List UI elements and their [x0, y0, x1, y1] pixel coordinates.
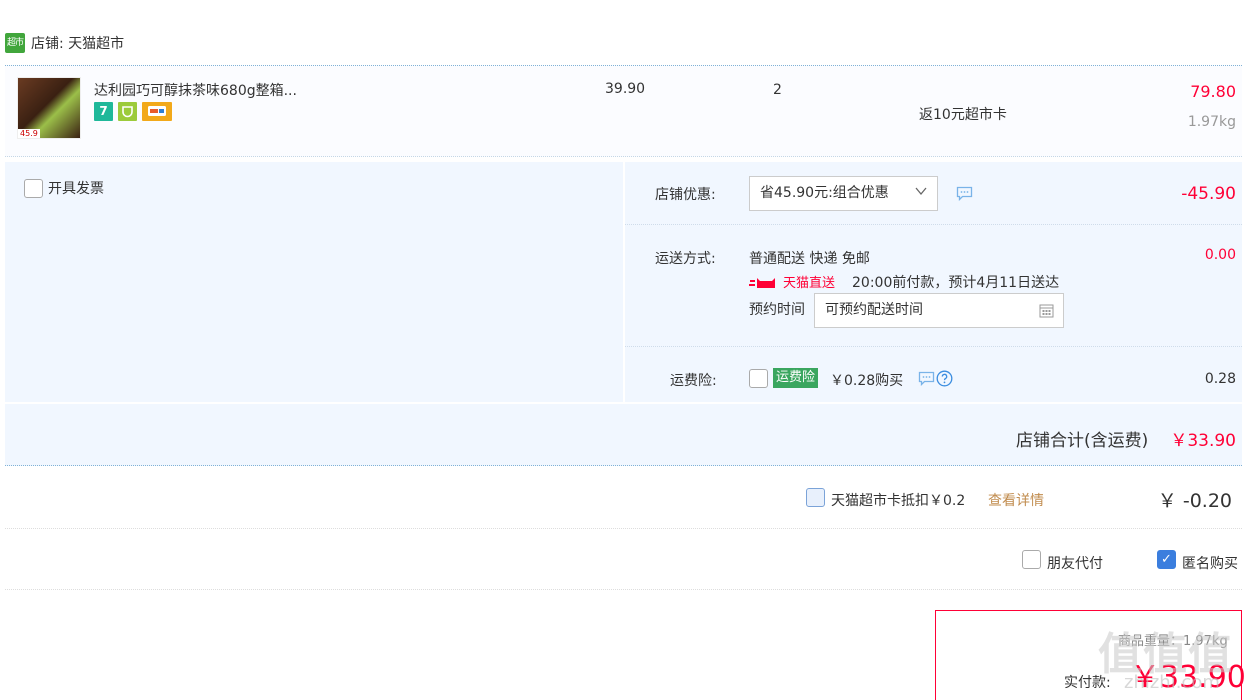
shop-header: 超市 店铺: 天猫超市 [5, 31, 124, 55]
supermarket-card-checkbox[interactable] [806, 488, 825, 507]
shop-discount-select[interactable]: 省45.90元:组合优惠 [749, 176, 938, 211]
shop-total-value: ￥33.90 [1170, 431, 1236, 451]
seven-day-return-icon[interactable]: 7 [94, 102, 113, 121]
calendar-icon[interactable] [1039, 303, 1054, 318]
item-weight: 1.97kg [1187, 114, 1236, 130]
tmall-direct-tag: 天猫直送 [749, 272, 835, 291]
product-thumbnail[interactable]: 45.9 [17, 77, 81, 139]
shipping-fee: 0.00 [1204, 247, 1236, 263]
divider [625, 346, 1242, 347]
item-subtotal: 79.80 [1190, 82, 1236, 101]
invoice-option[interactable]: 开具发票 [24, 178, 104, 198]
supermarket-card-text: 天猫超市卡抵扣￥0.2 [831, 493, 966, 509]
shipping-eta: 20:00前付款，预计4月11日送达 [852, 275, 1060, 291]
tmall-cat-icon [749, 277, 775, 288]
invoice-label: 开具发票 [48, 181, 104, 197]
shop-name[interactable]: 店铺: 天猫超市 [31, 33, 124, 53]
comment-icon[interactable] [918, 371, 935, 386]
insurance-price: ￥0.28购买 [830, 373, 904, 389]
watermark-url: zhizhi.com [1124, 672, 1220, 693]
anonymous-purchase-checkbox[interactable]: ✓ [1157, 550, 1176, 569]
shop-discount-value: -45.90 [1181, 184, 1236, 204]
product-title[interactable]: 达利园巧可醇抹茶味680g整箱... [94, 80, 297, 100]
unit-price: 39.90 [605, 81, 646, 97]
insurance-help-icons [918, 370, 953, 387]
shop-discount-selected: 省45.90元:组合优惠 [760, 185, 889, 201]
invoice-panel [5, 162, 623, 402]
order-item-row [5, 65, 1242, 157]
service-badges: 7 [94, 102, 172, 121]
supermarket-card-row [5, 468, 1242, 529]
rebate-text: 返10元超市卡 [919, 107, 1007, 123]
supermarket-card-value: ￥ -0.20 [1157, 490, 1232, 512]
appointment-time-input[interactable]: 可预约配送时间 [814, 293, 1064, 328]
help-question-icon[interactable] [936, 370, 953, 387]
divider [625, 224, 1242, 225]
shop-discount-label: 店铺优惠: [655, 187, 716, 203]
comment-icon[interactable] [956, 186, 973, 201]
supermarket-card-icon[interactable] [142, 102, 172, 121]
tmall-supermarket-logo-icon: 超市 [5, 33, 25, 53]
insurance-checkbox[interactable] [749, 369, 768, 388]
invoice-checkbox[interactable] [24, 178, 43, 198]
shop-total-label: 店铺合计(含运费) [1016, 431, 1149, 451]
anonymous-purchase-label: 匿名购买 [1182, 556, 1238, 572]
insurance-fee: 0.28 [1204, 371, 1236, 387]
appointment-placeholder: 可预约配送时间 [825, 302, 923, 318]
insurance-tag: 运费险 [773, 368, 819, 388]
insurance-label: 运费险: [670, 373, 717, 389]
tmall-direct-label: 天猫直送 [783, 276, 836, 291]
shipping-method: 普通配送 快递 免邮 [749, 251, 870, 267]
shipping-label: 运送方式: [655, 251, 716, 267]
appointment-label: 预约时间 [749, 302, 805, 318]
view-details-link[interactable]: 查看详情 [988, 490, 1044, 510]
chevron-down-icon [915, 187, 927, 196]
friend-pay-label: 朋友代付 [1047, 556, 1103, 572]
friend-pay-checkbox[interactable] [1022, 550, 1041, 569]
official-store-icon[interactable] [118, 102, 137, 121]
thumbnail-price-tag: 45.9 [18, 129, 40, 138]
quantity: 2 [773, 82, 782, 98]
